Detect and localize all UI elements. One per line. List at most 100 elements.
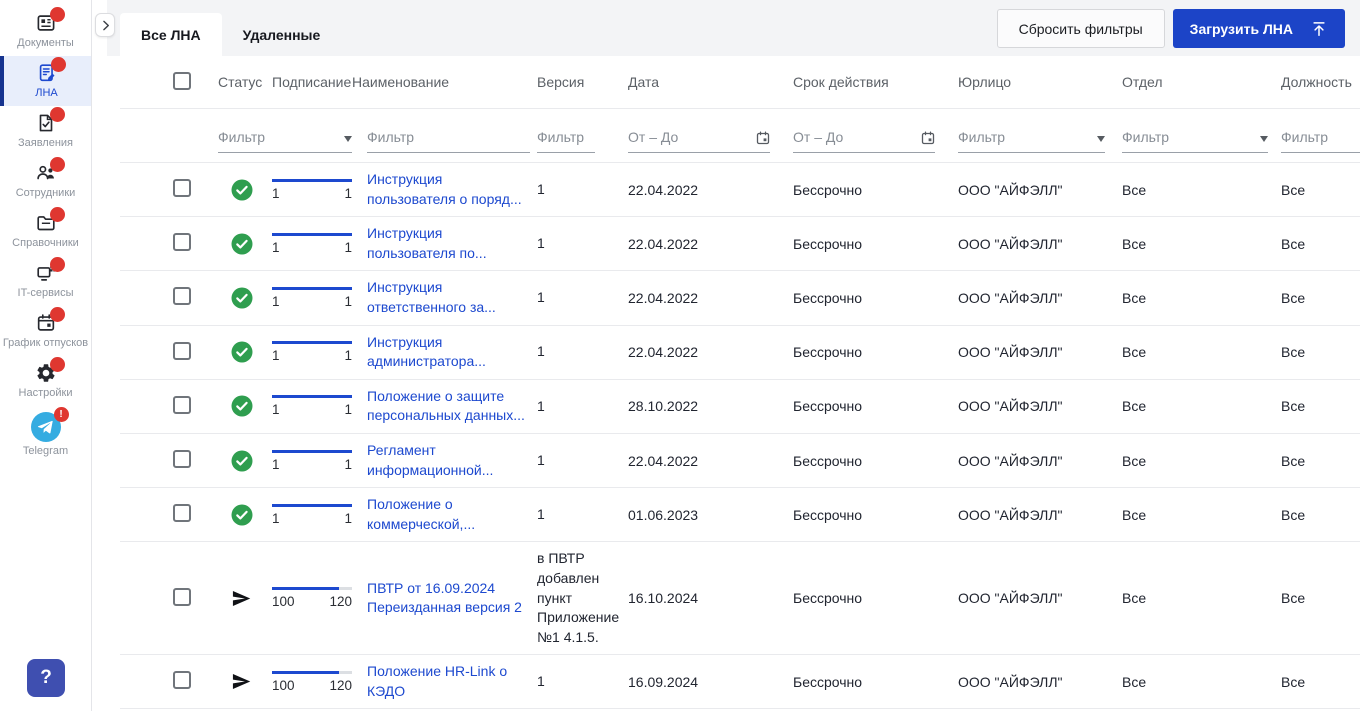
date-cell: 22.04.2022 bbox=[628, 452, 699, 469]
signing-progress: 1 1 bbox=[272, 449, 352, 472]
sidebar-item-handbooks[interactable]: Справочники bbox=[0, 206, 91, 256]
upload-lna-label: Загрузить ЛНА bbox=[1189, 20, 1293, 37]
department-cell: Все bbox=[1122, 506, 1147, 523]
vacation-icon bbox=[35, 306, 65, 334]
total-count: 120 bbox=[329, 594, 352, 610]
sidebar-item-statements[interactable]: Заявления bbox=[0, 106, 91, 156]
row-checkbox[interactable] bbox=[173, 233, 191, 252]
entity-cell: ООО "АЙФЭЛЛ" bbox=[958, 344, 1063, 361]
notification-badge bbox=[49, 256, 65, 272]
validity-cell: Бессрочно bbox=[793, 452, 863, 469]
filter-entity[interactable]: Фильтр bbox=[958, 129, 1105, 153]
upload-lna-button[interactable]: Загрузить ЛНА bbox=[1172, 9, 1345, 48]
validity-cell: Бессрочно bbox=[793, 344, 863, 361]
document-link[interactable]: Инструкция пользователя о поряд... bbox=[367, 171, 522, 207]
filter-name[interactable]: Фильтр bbox=[367, 129, 530, 153]
document-link[interactable]: Инструкция ответственного за... bbox=[367, 279, 496, 315]
total-count: 1 bbox=[344, 402, 352, 418]
validity-cell: Бессрочно bbox=[793, 506, 863, 523]
document-link[interactable]: Положение HR-Link о КЭДО bbox=[367, 663, 507, 699]
notification-badge bbox=[49, 206, 65, 222]
sidebar-item-employees[interactable]: Сотрудники bbox=[0, 156, 91, 206]
document-link[interactable]: Положение о защите персональных данных..… bbox=[367, 388, 525, 424]
date-cell: 22.04.2022 bbox=[628, 344, 699, 361]
notification-badge bbox=[49, 156, 65, 172]
sidebar-item-vacation[interactable]: График отпусков bbox=[0, 306, 91, 356]
row-checkbox[interactable] bbox=[173, 341, 191, 360]
table-body: 1 1 Инструкция пользователя о поряд... 1… bbox=[120, 163, 1360, 711]
position-cell: Все bbox=[1281, 673, 1306, 690]
signing-progress: 100 120 bbox=[272, 670, 352, 693]
position-cell: Все bbox=[1281, 289, 1306, 306]
lna-icon bbox=[36, 56, 66, 84]
signed-count: 1 bbox=[272, 456, 280, 472]
position-cell: Все bbox=[1281, 235, 1306, 252]
main-content: Все ЛНА Удаленные Сбросить фильтры Загру… bbox=[107, 0, 1360, 711]
position-cell: Все bbox=[1281, 506, 1306, 523]
filter-date-range[interactable]: От – До bbox=[628, 129, 770, 153]
reset-filters-button[interactable]: Сбросить фильтры bbox=[996, 9, 1165, 48]
document-link[interactable]: Инструкция пользователя по... bbox=[367, 225, 487, 261]
sidebar-item-settings[interactable]: Настройки bbox=[0, 356, 91, 406]
sidebar-item-it-services[interactable]: IT-сервисы bbox=[0, 256, 91, 306]
column-header-status: Статус bbox=[218, 74, 263, 90]
settings-icon bbox=[35, 356, 65, 384]
table-row: 1 1 Регламент информационной... 1 22.04.… bbox=[120, 434, 1360, 489]
total-count: 120 bbox=[329, 677, 352, 693]
version-cell: 1 bbox=[537, 234, 545, 251]
sidebar-item-label: Заявления bbox=[17, 136, 74, 149]
document-link[interactable]: Инструкция администратора... bbox=[367, 334, 486, 370]
signed-count: 100 bbox=[272, 677, 295, 693]
sidebar-expand-button[interactable] bbox=[95, 13, 115, 37]
position-cell: Все bbox=[1281, 452, 1306, 469]
validity-cell: Бессрочно bbox=[793, 235, 863, 252]
row-checkbox[interactable] bbox=[173, 587, 191, 606]
notification-badge bbox=[49, 306, 65, 322]
select-all-checkbox[interactable] bbox=[173, 71, 191, 90]
row-checkbox[interactable] bbox=[173, 179, 191, 198]
sidebar-item-label: Сотрудники bbox=[15, 186, 76, 199]
signing-progress: 1 1 bbox=[272, 178, 352, 201]
tab-all-lna[interactable]: Все ЛНА bbox=[120, 13, 222, 56]
sidebar-item-label: Документы bbox=[17, 37, 74, 49]
row-checkbox[interactable] bbox=[173, 287, 191, 306]
total-count: 1 bbox=[344, 185, 352, 201]
validity-cell: Бессрочно bbox=[793, 181, 863, 198]
department-cell: Все bbox=[1122, 590, 1147, 607]
it-services-icon bbox=[35, 256, 65, 284]
document-link[interactable]: ПВТР от 16.09.2024 Переизданная версия 2 bbox=[367, 580, 522, 616]
filter-department[interactable]: Фильтр bbox=[1122, 129, 1268, 153]
tab-deleted[interactable]: Удаленные bbox=[222, 13, 342, 56]
signed-count: 1 bbox=[272, 293, 280, 309]
sidebar-collapse-strip bbox=[92, 0, 115, 711]
signed-count: 100 bbox=[272, 594, 295, 610]
signed-count: 1 bbox=[272, 402, 280, 418]
status-signed-icon bbox=[231, 450, 253, 472]
validity-cell: Бессрочно bbox=[793, 590, 863, 607]
status-signed-icon bbox=[231, 233, 253, 255]
sidebar-nav: Документы ЛНА Заявления Сотрудники Справ… bbox=[0, 6, 91, 464]
sidebar-item-documents[interactable]: Документы bbox=[0, 6, 91, 56]
sidebar-item-telegram[interactable]: ! Telegram bbox=[0, 406, 91, 464]
row-checkbox[interactable] bbox=[173, 395, 191, 414]
row-checkbox[interactable] bbox=[173, 671, 191, 690]
document-link[interactable]: Положение о коммерческой,... bbox=[367, 496, 475, 532]
sidebar: Документы ЛНА Заявления Сотрудники Справ… bbox=[0, 0, 92, 711]
documents-icon bbox=[35, 7, 65, 34]
total-count: 1 bbox=[344, 293, 352, 309]
sidebar-item-lna[interactable]: ЛНА bbox=[0, 55, 91, 106]
filter-status[interactable]: Фильтр bbox=[218, 129, 352, 153]
filter-validity-range[interactable]: От – До bbox=[793, 129, 935, 153]
help-button[interactable]: ? bbox=[27, 659, 65, 697]
row-checkbox[interactable] bbox=[173, 504, 191, 523]
filter-version[interactable]: Фильтр bbox=[537, 129, 595, 153]
lna-table: Статус Подписание Наименование Версия Да… bbox=[120, 56, 1360, 711]
document-link[interactable]: Регламент информационной... bbox=[367, 442, 493, 478]
notification-badge: ! bbox=[53, 406, 69, 422]
notification-badge bbox=[50, 56, 66, 72]
date-cell: 22.04.2022 bbox=[628, 289, 699, 306]
row-checkbox[interactable] bbox=[173, 450, 191, 469]
total-count: 1 bbox=[344, 510, 352, 526]
filter-position[interactable]: Фильтр bbox=[1281, 129, 1360, 153]
column-header-position: Должность bbox=[1281, 74, 1352, 90]
